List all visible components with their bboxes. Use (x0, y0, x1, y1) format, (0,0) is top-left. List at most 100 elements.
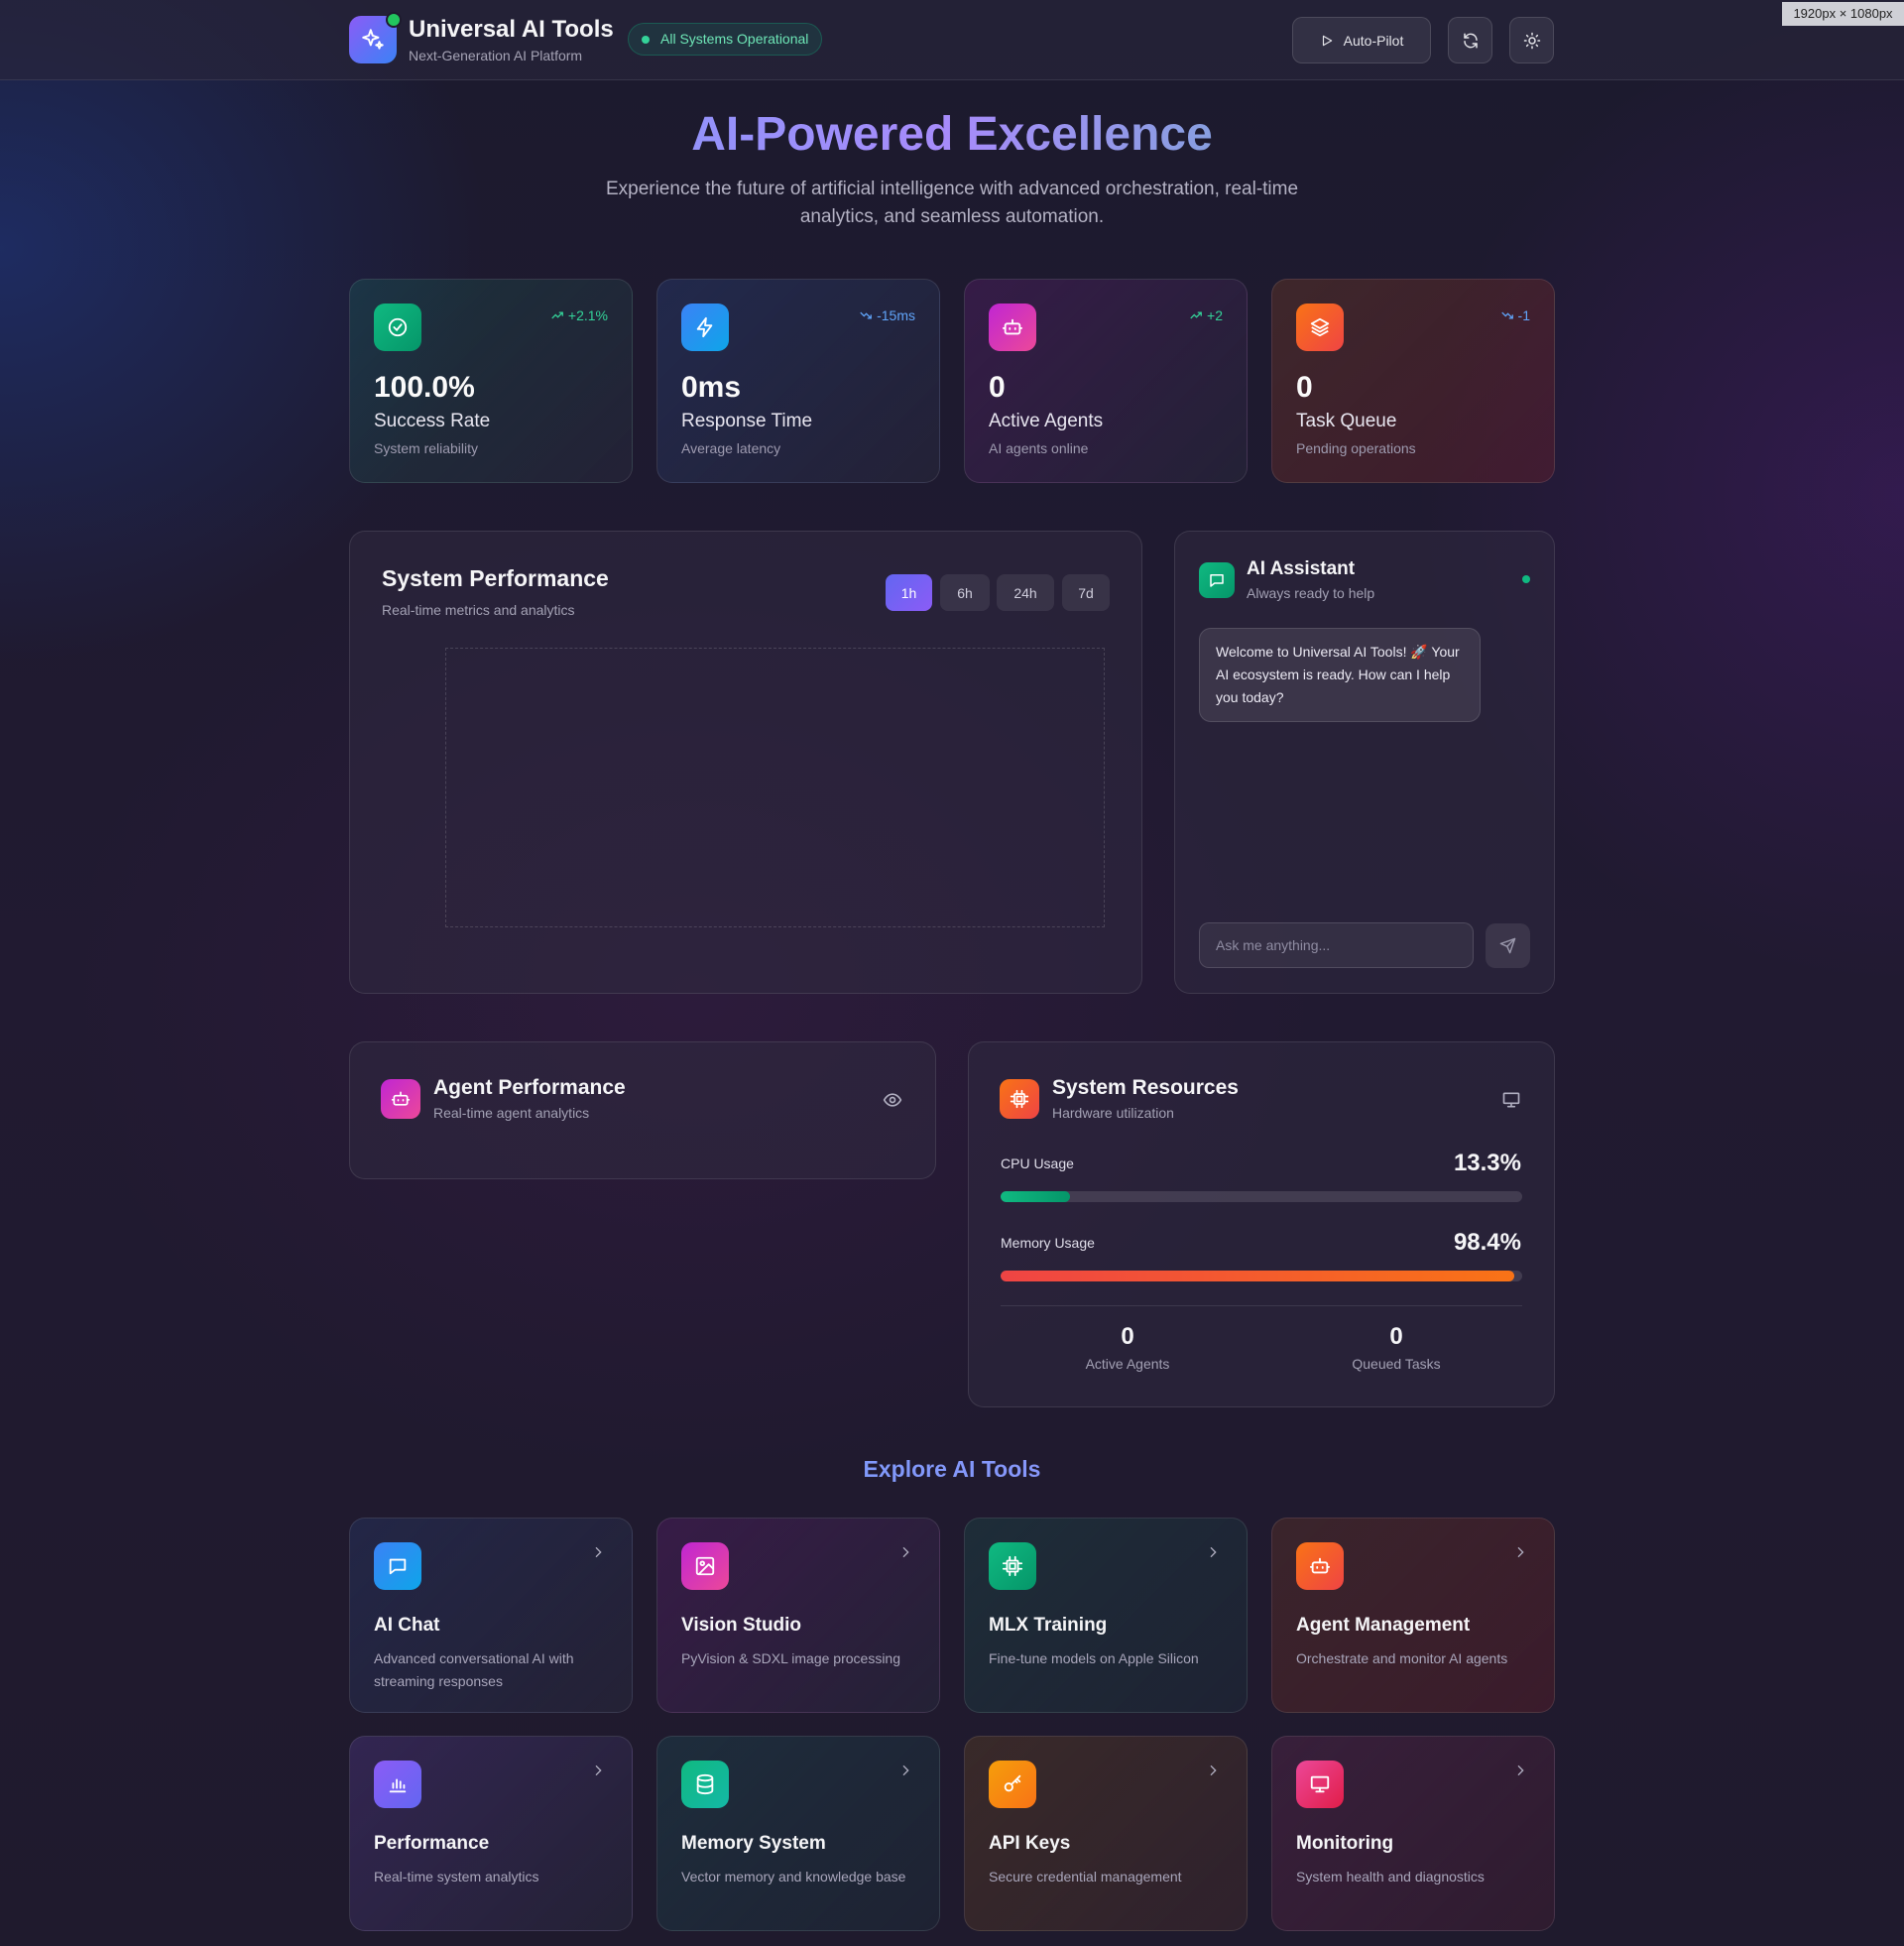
tool-card-mlx-training[interactable]: MLX Training Fine-tune models on Apple S… (964, 1518, 1248, 1713)
monitor-icon (1296, 1761, 1344, 1808)
assistant-online-dot (1522, 575, 1530, 583)
resources-subtitle: Hardware utilization (1052, 1105, 1174, 1121)
chevron-right-icon (897, 1763, 913, 1778)
divider (1001, 1305, 1522, 1306)
memory-usage-label: Memory Usage (1001, 1235, 1095, 1251)
system-status-badge: All Systems Operational (628, 23, 823, 56)
performance-subtitle: Real-time metrics and analytics (382, 602, 575, 618)
chat-icon (374, 1542, 421, 1590)
stat-delta: -15ms (859, 307, 915, 323)
active-agents-count: 0 (1121, 1323, 1134, 1350)
queued-tasks-label: Queued Tasks (1352, 1356, 1441, 1372)
cpu-usage-label: CPU Usage (1001, 1155, 1074, 1171)
send-button[interactable] (1486, 923, 1530, 968)
eye-icon[interactable] (883, 1090, 902, 1110)
range-button-7d[interactable]: 7d (1062, 574, 1110, 611)
tool-description: Fine-tune models on Apple Silicon (989, 1650, 1199, 1666)
tool-name: AI Chat (374, 1615, 440, 1636)
performance-chart-area (445, 648, 1105, 927)
memory-usage-bar-fill (1001, 1271, 1514, 1281)
chevron-right-icon (1512, 1544, 1528, 1560)
tool-name: API Keys (989, 1833, 1071, 1854)
cpu-icon (1000, 1079, 1039, 1119)
stat-description: System reliability (374, 440, 479, 456)
agent-performance-subtitle: Real-time agent analytics (433, 1105, 590, 1121)
tool-card-ai-chat[interactable]: AI Chat Advanced conversational AI with … (349, 1518, 633, 1713)
chevron-right-icon (1205, 1544, 1221, 1560)
database-icon (681, 1761, 729, 1808)
monitor-icon[interactable] (1501, 1090, 1521, 1110)
key-icon (989, 1761, 1036, 1808)
stat-value: 100.0% (374, 371, 475, 404)
memory-usage-value: 98.4% (1453, 1229, 1521, 1256)
chevron-right-icon (590, 1544, 606, 1560)
tool-card-performance[interactable]: Performance Real-time system analytics (349, 1736, 633, 1931)
stat-card-response-time: -15ms 0ms Response Time Average latency (656, 279, 940, 483)
stat-description: AI agents online (989, 440, 1089, 456)
app-subtitle: Next-Generation AI Platform (409, 48, 583, 63)
bar-chart-icon (374, 1761, 421, 1808)
top-header: Universal AI Tools Next-Generation AI Pl… (0, 0, 1904, 80)
trend-up-icon (1190, 311, 1202, 319)
stat-value: 0 (1296, 371, 1313, 404)
image-icon (681, 1542, 729, 1590)
stat-card-task-queue: -1 0 Task Queue Pending operations (1271, 279, 1555, 483)
tool-card-vision-studio[interactable]: Vision Studio PyVision & SDXL image proc… (656, 1518, 940, 1713)
autopilot-label: Auto-Pilot (1343, 32, 1404, 49)
tool-card-memory-system[interactable]: Memory System Vector memory and knowledg… (656, 1736, 940, 1931)
viewport-size-tag: 1920px × 1080px (1782, 2, 1904, 26)
hero-subtitle: Experience the future of artificial inte… (605, 179, 1299, 227)
performance-title: System Performance (382, 565, 609, 591)
assistant-subtitle: Always ready to help (1247, 585, 1375, 601)
refresh-icon (1463, 33, 1478, 48)
tool-name: MLX Training (989, 1615, 1108, 1636)
chevron-right-icon (1512, 1763, 1528, 1778)
stat-delta: -1 (1500, 307, 1530, 323)
assistant-title: AI Assistant (1247, 558, 1356, 579)
tool-card-agent-management[interactable]: Agent Management Orchestrate and monitor… (1271, 1518, 1555, 1713)
memory-usage-bar (1001, 1271, 1522, 1281)
theme-toggle-button[interactable] (1509, 17, 1554, 63)
chevron-right-icon (590, 1763, 606, 1778)
tool-description: PyVision & SDXL image processing (681, 1650, 900, 1666)
tool-card-api-keys[interactable]: API Keys Secure credential management (964, 1736, 1248, 1931)
tool-description: Vector memory and knowledge base (681, 1869, 906, 1885)
stat-description: Pending operations (1296, 440, 1416, 456)
tool-name: Performance (374, 1833, 490, 1854)
bot-icon (1296, 1542, 1344, 1590)
stat-label: Success Rate (374, 411, 491, 431)
chevron-right-icon (897, 1544, 913, 1560)
cpu-usage-value: 13.3% (1453, 1150, 1521, 1176)
welcome-message: Welcome to Universal AI Tools! 🚀 Your AI… (1199, 628, 1481, 722)
trend-down-icon (1500, 311, 1513, 319)
tool-description: Advanced conversational AI with streamin… (374, 1650, 574, 1689)
stat-value: 0ms (681, 371, 742, 404)
tool-description: Secure credential management (989, 1869, 1182, 1885)
trend-down-icon (860, 311, 872, 319)
range-button-6h[interactable]: 6h (940, 574, 990, 611)
refresh-button[interactable] (1448, 17, 1492, 63)
sun-icon (1523, 32, 1540, 49)
tool-name: Memory System (681, 1833, 826, 1854)
tool-description: Real-time system analytics (374, 1869, 539, 1885)
autopilot-button[interactable]: Auto-Pilot (1292, 17, 1431, 63)
chat-input[interactable] (1199, 922, 1474, 968)
range-button-24h[interactable]: 24h (997, 574, 1054, 611)
trend-up-icon (551, 311, 563, 319)
check-circle-icon (374, 304, 421, 351)
tool-name: Monitoring (1296, 1833, 1394, 1854)
tool-card-monitoring[interactable]: Monitoring System health and diagnostics (1271, 1736, 1555, 1931)
chevron-right-icon (1205, 1763, 1221, 1778)
send-icon (1499, 937, 1516, 954)
range-button-1h[interactable]: 1h (886, 574, 932, 611)
cpu-usage-bar-fill (1001, 1191, 1070, 1202)
stat-description: Average latency (681, 440, 781, 456)
bot-icon (381, 1079, 420, 1119)
explore-tools-title: Explore AI Tools (0, 1456, 1904, 1483)
bot-icon (989, 304, 1036, 351)
tool-name: Vision Studio (681, 1615, 802, 1636)
cpu-usage-bar (1001, 1191, 1522, 1202)
stat-label: Task Queue (1296, 411, 1397, 431)
chat-icon (1199, 562, 1235, 598)
resources-title: System Resources (1052, 1076, 1239, 1099)
